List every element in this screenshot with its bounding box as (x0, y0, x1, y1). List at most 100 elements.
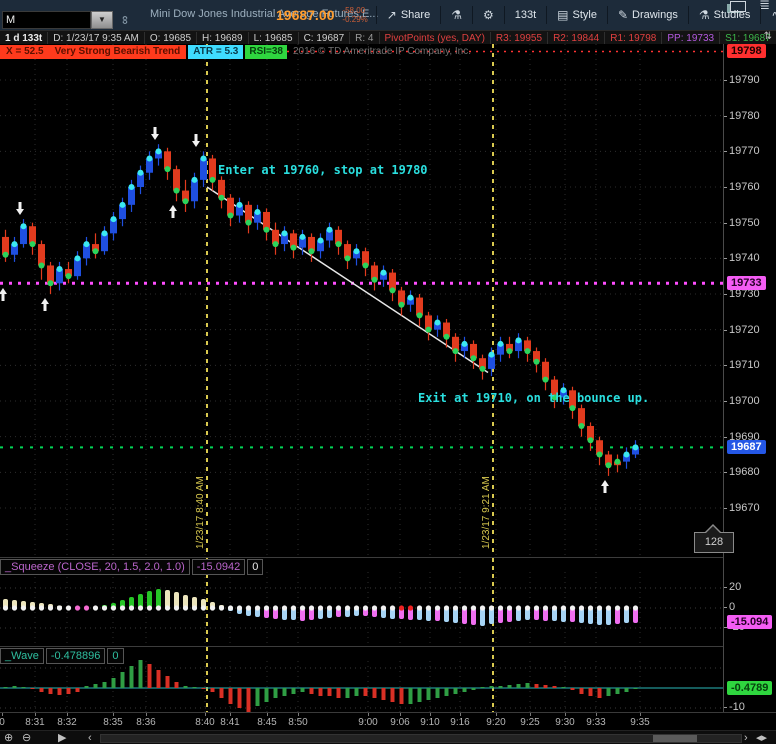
time-label: 9:16 (450, 717, 469, 728)
trade-annotation: Exit at 19710, on the bounce up. (418, 391, 649, 405)
patterns-button[interactable]: ∿Patterns (765, 8, 776, 22)
data-segment: H: 19689 (197, 32, 249, 45)
link-icon[interactable]: ∞ (118, 15, 132, 24)
style-button-label: Style (572, 9, 596, 21)
timeframe-button[interactable]: 133t (509, 9, 542, 21)
down-arrow-icon (16, 209, 24, 215)
time-tick (368, 713, 369, 716)
time-label: 0 (0, 717, 5, 728)
price-tick-19760: 19760 (729, 181, 760, 194)
up-arrow-icon (169, 205, 177, 211)
time-label: 9:30 (555, 717, 574, 728)
time-tick (400, 713, 401, 716)
bar-count-label: 128 (694, 532, 734, 553)
share-icon: ↗ (387, 8, 397, 22)
auto-scale-icon[interactable]: ⇅ (764, 31, 772, 42)
scroll-left-icon[interactable]: ‹ (88, 731, 92, 744)
time-label: 8:45 (257, 717, 276, 728)
flask-button[interactable]: ⚗ (445, 8, 468, 22)
data-segment: D: 1/23/17 9:35 AM (48, 32, 145, 45)
wave-study-labels: _Wave -0.478896 0 (0, 648, 126, 664)
time-label: 9:20 (486, 717, 505, 728)
time-label: 8:31 (25, 717, 44, 728)
grid (0, 44, 723, 557)
toolbar-separator (546, 6, 547, 24)
scroll-right-icon[interactable]: › (744, 731, 748, 744)
squeeze-study-labels: _Squeeze (CLOSE, 20, 1.5, 2.0, 1.0) -15.… (0, 559, 265, 575)
wave-label[interactable]: _Wave (0, 648, 44, 664)
timeframe-button-label: 133t (515, 9, 536, 21)
symbol-input[interactable]: M (2, 11, 91, 29)
main-chart-panel[interactable]: X = 52.5 Very Strong Bearish Trend ATR =… (0, 44, 723, 557)
time-label: 9:06 (390, 717, 409, 728)
rsi-badge: RSI=38 (245, 45, 287, 59)
time-tick (565, 713, 566, 716)
price-tick-19670: 19670 (729, 502, 760, 515)
time-tick (113, 713, 114, 716)
data-segment: 1 d 133t (0, 32, 48, 45)
bottom-scroll-bar: ⊕ ⊖ ▶ ‹ › ◂▸ (0, 730, 776, 744)
time-marker-label: 1/23/17 8:40 AM (195, 476, 206, 549)
price-axis[interactable]: 1979019780197701976019750197401973019720… (723, 44, 776, 730)
thinkorswim-chart-window: ≣ M ▼ ∞ Mini Dow Jones Industrial Averag… (0, 0, 776, 744)
ttm-wave-panel[interactable]: _Wave -0.478896 0 (0, 646, 723, 713)
ohlc-data-row: 1 d 133tD: 1/23/17 9:35 AMO: 19685H: 196… (0, 30, 776, 45)
time-axis[interactable]: 08:318:328:358:368:408:418:458:509:009:0… (0, 712, 776, 731)
flask-icon: ⚗ (699, 8, 710, 22)
time-tick (640, 713, 641, 716)
price-tick-19710: 19710 (729, 359, 760, 372)
time-tick (205, 713, 206, 716)
price-change: -58.00 -0.29% (338, 6, 371, 24)
squeeze-value: -15.0942 (192, 559, 245, 575)
squeeze-dots (3, 605, 638, 610)
time-tick (230, 713, 231, 716)
toolbar-separator (472, 6, 473, 24)
play-icon[interactable]: ▶ (58, 731, 66, 744)
candlestick-chart[interactable]: 1/23/17 8:40 AM1/23/17 9:21 AMEnter at 1… (0, 44, 723, 557)
data-segment: R1: 19798 (605, 32, 662, 45)
studies-button-label: Studies (714, 9, 751, 21)
ttm-squeeze-panel[interactable]: _Squeeze (CLOSE, 20, 1.5, 2.0, 1.0) -15.… (0, 557, 723, 647)
share-button-label: Share (401, 9, 430, 21)
squeeze-badge: -15.094 (727, 615, 772, 629)
time-label: 8:35 (103, 717, 122, 728)
flask-icon: ⚗ (451, 8, 462, 22)
bar-count-marker[interactable]: 128 (694, 524, 734, 552)
price-tick-19680: 19680 (729, 466, 760, 479)
scrollbar-track[interactable] (100, 734, 742, 743)
time-tick (530, 713, 531, 716)
zoom-in-icon[interactable]: ⊕ (4, 731, 13, 744)
up-arrow-icon (601, 480, 609, 486)
wave-value: -0.478896 (46, 648, 106, 664)
copyright-text: 2016 © TD Ameritrade IP Company, Inc. (287, 45, 471, 59)
time-tick (496, 713, 497, 716)
studies-button[interactable]: ⚗ Studies (693, 8, 756, 22)
change-value: -58.00 (342, 6, 367, 15)
symbol-dropdown-arrow[interactable]: ▼ (91, 11, 113, 29)
candles (2, 144, 639, 476)
share-button[interactable]: ↗ Share (381, 8, 436, 22)
zoom-out-icon[interactable]: ⊖ (22, 731, 31, 744)
data-segment: R: 4 (350, 32, 379, 45)
settings-button[interactable]: ⚙ (477, 8, 500, 22)
change-percent: -0.29% (342, 15, 367, 24)
scrollbar-thumb[interactable] (653, 735, 697, 742)
time-tick (596, 713, 597, 716)
time-label: 9:33 (586, 717, 605, 728)
time-label: 9:25 (520, 717, 539, 728)
data-segment: O: 19685 (145, 32, 197, 45)
toolbar-separator (688, 6, 689, 24)
pencil-icon: ✎ (618, 8, 628, 22)
time-label: 9:10 (420, 717, 439, 728)
squeeze-label[interactable]: _Squeeze (CLOSE, 20, 1.5, 2.0, 1.0) (0, 559, 190, 575)
drawings-button[interactable]: ✎Drawings (612, 8, 684, 22)
time-tick (35, 713, 36, 716)
pan-icons[interactable]: ◂▸ (756, 731, 767, 744)
toolbar-separator (376, 6, 377, 24)
price-tick-19700: 19700 (729, 395, 760, 408)
time-marker-label: 1/23/17 9:21 AM (481, 476, 492, 549)
price-tick-19740: 19740 (729, 252, 760, 265)
price-tick-19720: 19720 (729, 324, 760, 337)
style-button[interactable]: ▤Style (551, 8, 603, 22)
squeeze-zero: 0 (247, 559, 263, 575)
